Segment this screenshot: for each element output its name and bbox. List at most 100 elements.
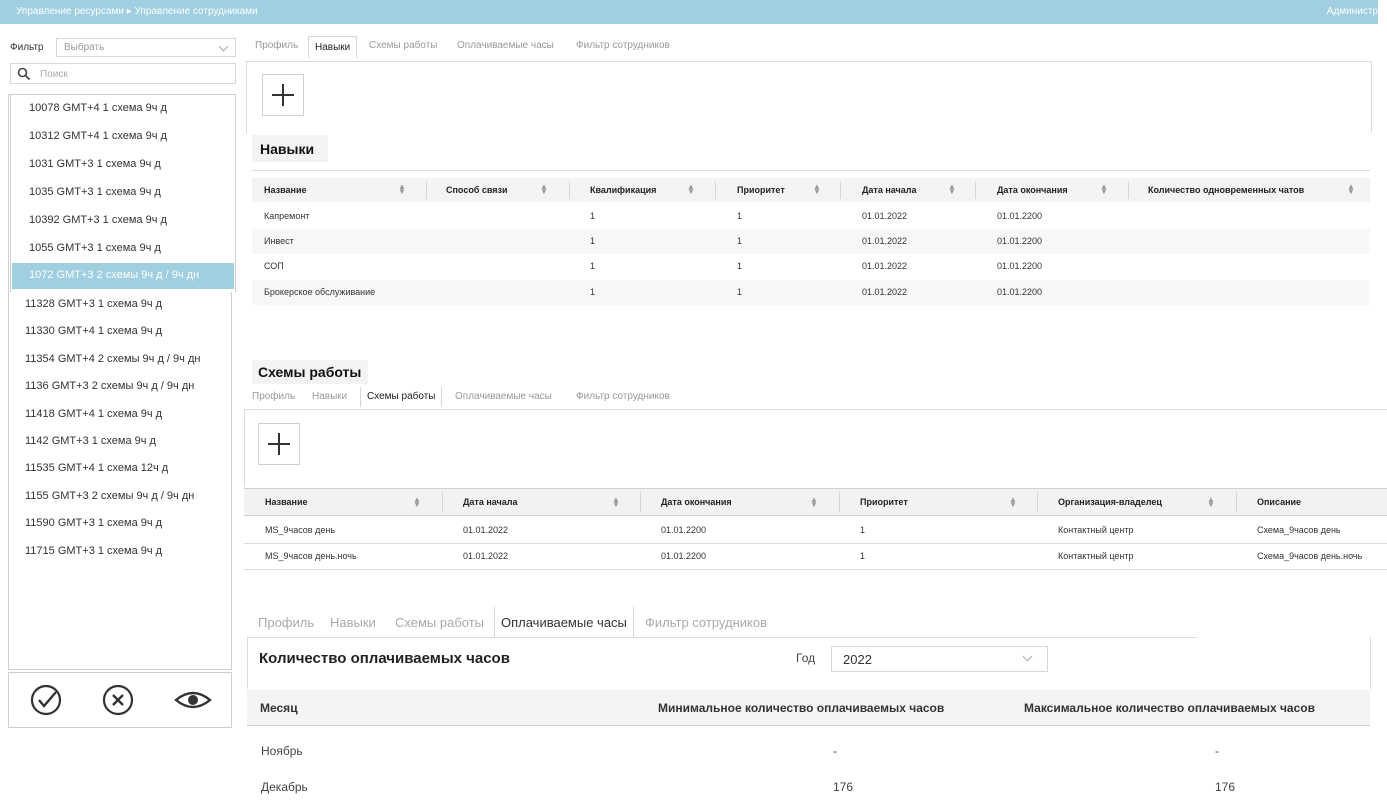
table-cell: 1 bbox=[590, 236, 596, 246]
employee-list-item[interactable]: 11535 GMT+4 1 схема 12ч д bbox=[10, 456, 230, 482]
column-header[interactable]: Организация-владелец bbox=[1058, 497, 1162, 507]
employee-list-item[interactable]: 11328 GMT+3 1 схема 9ч д bbox=[10, 292, 230, 318]
tab-1[interactable]: Профиль bbox=[258, 615, 314, 630]
divider bbox=[1371, 61, 1372, 133]
tab-5[interactable]: Фильтр сотрудников bbox=[645, 615, 767, 630]
tab-1[interactable]: Профиль bbox=[255, 40, 298, 51]
tab-3[interactable]: Схемы работы bbox=[395, 615, 484, 630]
top-bar: Управление ресурсами ▸ Управление сотруд… bbox=[0, 0, 1378, 24]
column-header[interactable]: Описание bbox=[1257, 497, 1301, 507]
tab-5[interactable]: Фильтр сотрудников bbox=[576, 40, 670, 51]
sort-icon[interactable]: ▲ ▼ bbox=[1347, 183, 1355, 196]
column-separator bbox=[1128, 181, 1129, 199]
column-header[interactable]: Способ связи bbox=[446, 185, 508, 195]
table-cell: 01.01.2200 bbox=[661, 525, 707, 535]
table-cell: Контактный центр bbox=[1058, 525, 1134, 535]
table-row[interactable] bbox=[252, 280, 1370, 305]
sort-icon[interactable]: ▲ ▼ bbox=[1207, 496, 1215, 509]
employee-list-item[interactable]: 10078 GMT+4 1 схема 9ч д bbox=[12, 96, 234, 122]
table-cell: 1 bbox=[590, 211, 596, 221]
tab-4[interactable]: Оплачиваемые часы bbox=[457, 40, 554, 51]
filter-label: Фильтр bbox=[10, 42, 44, 53]
sort-icon[interactable]: ▲ ▼ bbox=[1009, 496, 1017, 509]
divider bbox=[247, 637, 248, 689]
tab-3[interactable]: Схемы работы bbox=[369, 40, 437, 51]
table-cell: 01.01.2022 bbox=[463, 525, 509, 535]
tab-3[interactable]: Схемы работы bbox=[360, 387, 443, 407]
column-header[interactable]: Количество одновременных чатов bbox=[1148, 185, 1304, 195]
tab-2[interactable]: Навыки bbox=[312, 391, 347, 402]
employee-list-item[interactable]: 1035 GMT+3 1 схема 9ч д bbox=[12, 180, 234, 206]
add-scheme-button[interactable] bbox=[258, 423, 300, 465]
tab-5[interactable]: Фильтр сотрудников bbox=[576, 391, 670, 402]
column-header[interactable]: Приоритет bbox=[860, 497, 908, 507]
employee-list-item[interactable]: 11715 GMT+3 1 схема 9ч д bbox=[10, 539, 230, 565]
sort-icon[interactable]: ▲ ▼ bbox=[540, 183, 548, 196]
column-header[interactable]: Название bbox=[264, 185, 306, 195]
tab-4[interactable]: Оплачиваемые часы bbox=[455, 391, 552, 402]
employee-list-item[interactable]: 11590 GMT+3 1 схема 9ч д bbox=[10, 511, 230, 537]
table-cell: 01.01.2200 bbox=[997, 287, 1043, 297]
sort-icon[interactable]: ▲ ▼ bbox=[687, 183, 695, 196]
column-separator bbox=[715, 181, 716, 199]
employee-list-item[interactable]: 10312 GMT+4 1 схема 9ч д bbox=[12, 124, 234, 150]
sort-icon[interactable]: ▲ ▼ bbox=[413, 496, 421, 509]
column-header[interactable]: Дата начала bbox=[463, 497, 518, 507]
column-header[interactable]: Приоритет bbox=[737, 185, 785, 195]
employee-list-item[interactable]: 11354 GMT+4 2 схемы 9ч д / 9ч дн bbox=[10, 347, 230, 373]
tab-1[interactable]: Профиль bbox=[252, 391, 295, 402]
close-circle-icon[interactable] bbox=[101, 683, 135, 717]
tab-4[interactable]: Оплачиваемые часы bbox=[494, 607, 634, 638]
tab-2[interactable]: Навыки bbox=[308, 36, 358, 58]
column-header: Минимальное количество оплачиваемых часо… bbox=[658, 701, 945, 715]
sort-icon[interactable]: ▲ ▼ bbox=[1100, 183, 1108, 196]
table-row[interactable] bbox=[252, 254, 1370, 279]
employee-list-item[interactable]: 10392 GMT+3 1 схема 9ч д bbox=[12, 208, 234, 234]
table-row[interactable] bbox=[244, 517, 1387, 543]
column-header[interactable]: Дата окончания bbox=[997, 185, 1068, 195]
employee-list-item[interactable]: 1136 GMT+3 2 схемы 9ч д / 9ч дн bbox=[10, 374, 230, 400]
search-placeholder: Поиск bbox=[40, 69, 68, 80]
column-header[interactable]: Название bbox=[265, 497, 307, 507]
employee-list-item[interactable]: 1072 GMT+3 2 схемы 9ч д / 9ч дн bbox=[12, 263, 234, 290]
column-separator bbox=[975, 181, 976, 199]
action-bar bbox=[8, 672, 232, 728]
employee-list-item[interactable]: 11418 GMT+4 1 схема 9ч д bbox=[10, 402, 230, 428]
table-cell: 1 bbox=[737, 287, 743, 297]
tab-2[interactable]: Навыки bbox=[330, 615, 376, 630]
employee-list-item[interactable]: 1055 GMT+3 1 схема 9ч д bbox=[12, 236, 234, 262]
row-divider bbox=[244, 569, 1387, 570]
employee-list-item[interactable]: 11330 GMT+4 1 схема 9ч д bbox=[10, 319, 230, 345]
employee-list-item[interactable]: 1155 GMT+3 2 схемы 9ч д / 9ч дн bbox=[10, 484, 230, 510]
table-cell: MS_9часов день.ночь bbox=[265, 551, 357, 561]
sort-icon[interactable]: ▲ ▼ bbox=[398, 183, 406, 196]
column-header[interactable]: Дата окончания bbox=[661, 497, 732, 507]
employee-list-item[interactable]: 1142 GMT+3 1 схема 9ч д bbox=[10, 429, 230, 455]
chevron-down-icon bbox=[1022, 651, 1033, 662]
table-row[interactable] bbox=[244, 543, 1387, 569]
table-row[interactable] bbox=[252, 229, 1370, 254]
user-name[interactable]: Администр bbox=[1327, 6, 1378, 17]
column-separator bbox=[569, 181, 570, 199]
table-row[interactable] bbox=[252, 204, 1370, 229]
filter-select[interactable]: Выбрать bbox=[56, 38, 236, 57]
table-cell: Схема_9часов день bbox=[1257, 525, 1341, 535]
employee-list-item[interactable]: 1031 GMT+3 1 схема 9ч д bbox=[12, 152, 234, 178]
column-separator bbox=[442, 492, 443, 512]
table-cell: 1 bbox=[590, 261, 596, 271]
column-header[interactable]: Квалификация bbox=[590, 185, 656, 195]
add-skill-button[interactable] bbox=[262, 74, 304, 116]
search-input[interactable]: Поиск bbox=[10, 63, 236, 84]
breadcrumb[interactable]: Управление ресурсами ▸ Управление сотруд… bbox=[16, 6, 258, 17]
eye-icon[interactable] bbox=[173, 683, 213, 717]
table-cell: 1 bbox=[737, 211, 743, 221]
check-circle-icon[interactable] bbox=[29, 683, 63, 717]
hours-cell: - bbox=[833, 744, 837, 758]
year-select[interactable]: 2022 bbox=[831, 646, 1048, 672]
sort-icon[interactable]: ▲ ▼ bbox=[813, 183, 821, 196]
chevron-down-icon bbox=[218, 41, 229, 52]
sort-icon[interactable]: ▲ ▼ bbox=[612, 496, 620, 509]
column-header[interactable]: Дата начала bbox=[862, 185, 917, 195]
sort-icon[interactable]: ▲ ▼ bbox=[810, 496, 818, 509]
sort-icon[interactable]: ▲ ▼ bbox=[948, 183, 956, 196]
